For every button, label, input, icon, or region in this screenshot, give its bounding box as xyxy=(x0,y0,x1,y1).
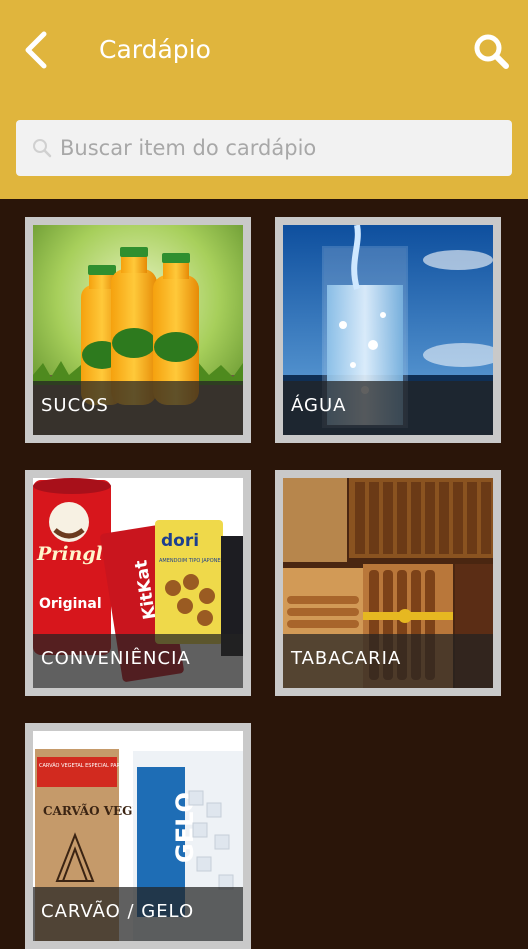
app-header: Cardápio xyxy=(0,0,528,199)
category-label-bar: ÁGUA xyxy=(283,381,493,435)
search-icon xyxy=(474,34,509,69)
category-label: CARVÃO / GELO xyxy=(41,901,195,922)
back-button[interactable] xyxy=(16,28,60,72)
category-label-bar: TABACARIA xyxy=(283,634,493,688)
category-label: ÁGUA xyxy=(291,395,347,416)
category-label: TABACARIA xyxy=(291,648,402,669)
category-label-bar: SUCOS xyxy=(33,381,243,435)
search-input[interactable] xyxy=(60,128,500,168)
page-title: Cardápio xyxy=(99,35,211,64)
category-tile-conveniencia[interactable]: Pringles Original KitKat dori AMENDOIM T… xyxy=(25,470,251,696)
dori-sub-text: AMENDOIM TIPO JAPONES xyxy=(159,558,224,564)
search-button[interactable] xyxy=(470,30,514,74)
category-label-bar: CONVENIÊNCIA xyxy=(33,634,243,688)
category-tile-carvao-gelo[interactable]: CARVÃO VEGETAL ESPECIAL PARA CHURRASCO C… xyxy=(25,723,251,949)
dori-brand-text: dori xyxy=(161,531,199,551)
category-label: SUCOS xyxy=(41,395,109,416)
category-label-bar: CARVÃO / GELO xyxy=(33,887,243,941)
category-tile-agua[interactable]: ÁGUA xyxy=(275,217,501,443)
pringles-flavor-text: Original xyxy=(39,596,102,612)
category-tile-tabacaria[interactable]: TABACARIA xyxy=(275,470,501,696)
chevron-left-icon xyxy=(25,31,47,69)
search-field[interactable] xyxy=(16,120,512,176)
category-tile-sucos[interactable]: SUCOS xyxy=(25,217,251,443)
category-label: CONVENIÊNCIA xyxy=(41,648,191,669)
search-icon xyxy=(33,139,52,158)
